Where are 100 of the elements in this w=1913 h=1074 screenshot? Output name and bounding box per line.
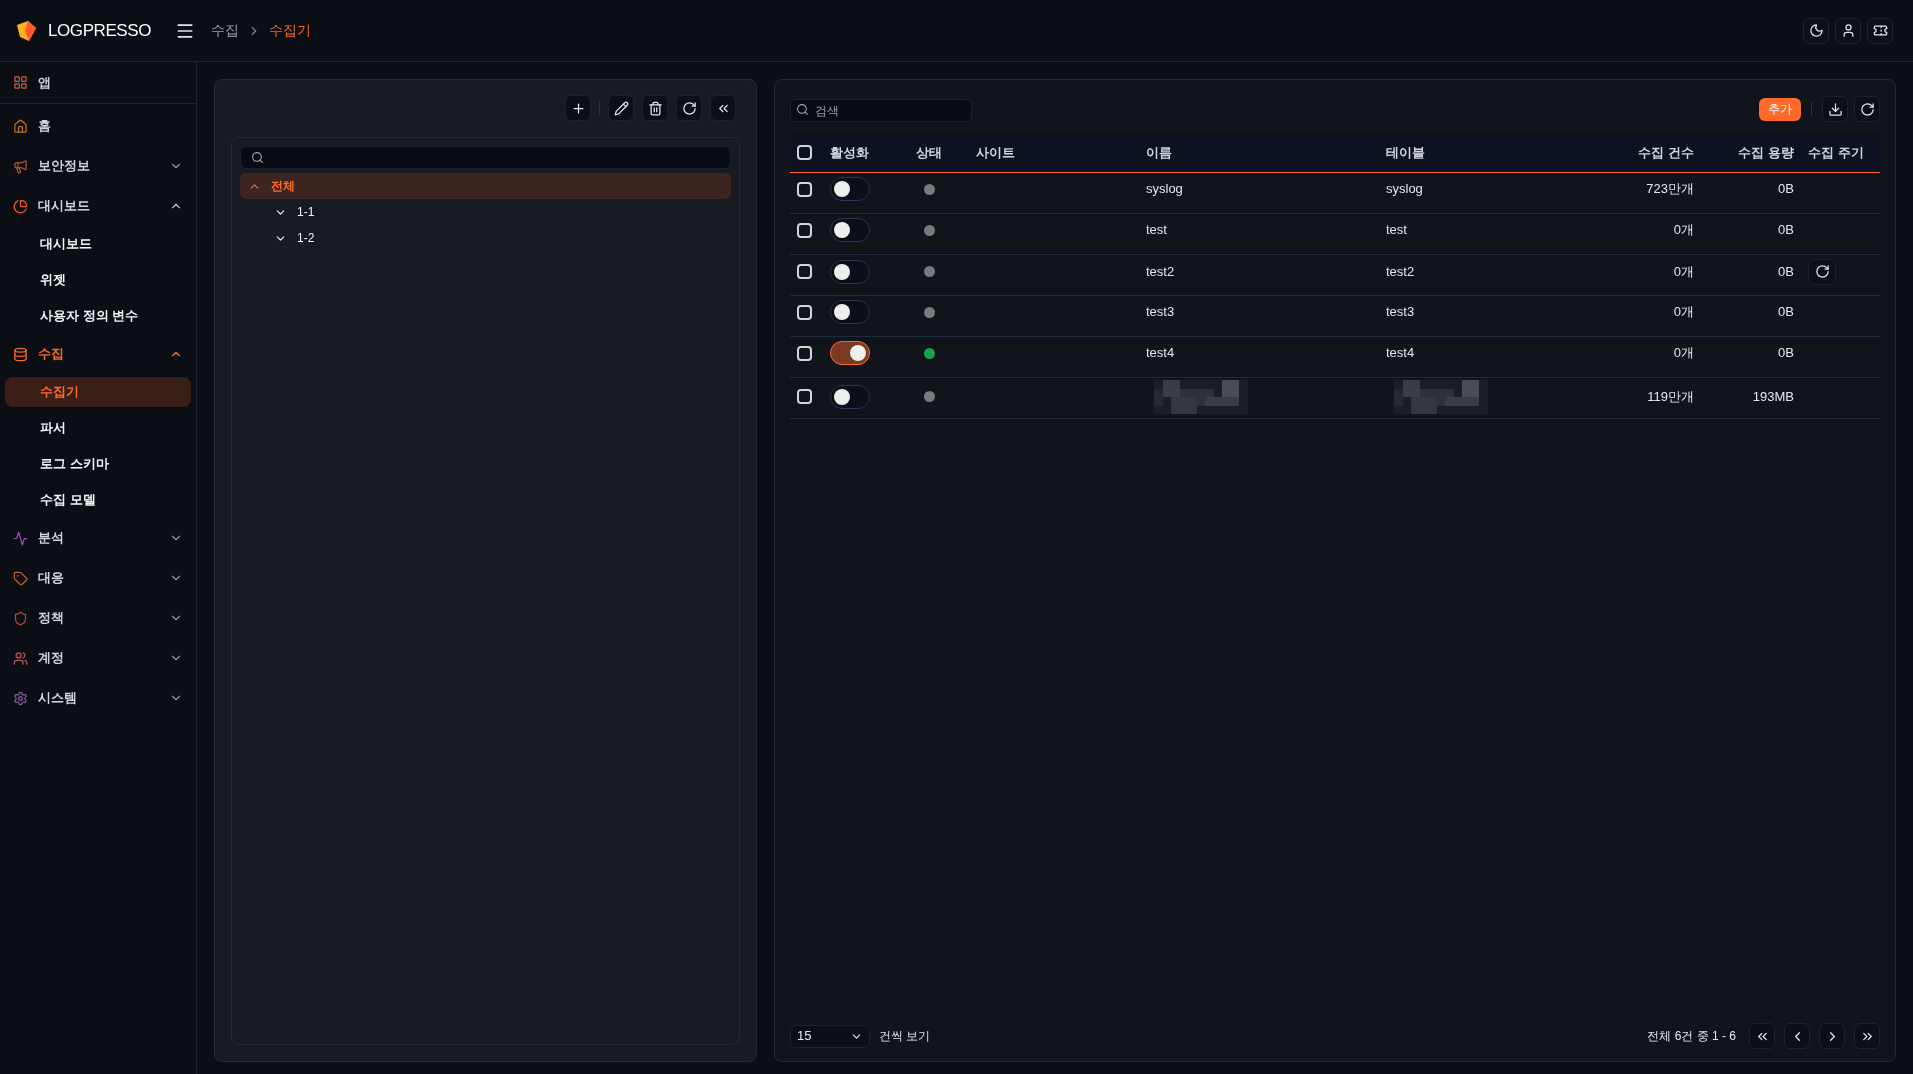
sidebar-subitem[interactable]: 로그 스키마	[5, 449, 191, 479]
table-cell: test2	[1146, 263, 1175, 279]
search-icon	[251, 151, 264, 164]
refresh-button[interactable]	[1854, 96, 1880, 122]
next-page-button[interactable]	[1819, 1023, 1845, 1049]
search-icon	[796, 102, 809, 116]
delete-button[interactable]	[642, 95, 668, 121]
column-header: 테이블	[1386, 143, 1426, 162]
theme-button[interactable]	[1803, 17, 1829, 44]
table-cell: test3	[1146, 304, 1175, 320]
sidebar-item[interactable]: 정책	[4, 598, 192, 638]
ticket-button[interactable]	[1867, 17, 1893, 44]
checkbox[interactable]	[797, 145, 812, 160]
logo-text: LOGPRESSO	[48, 19, 151, 42]
table-cell-text: 723만개	[1645, 180, 1695, 199]
add-button[interactable]	[565, 95, 591, 121]
table-cell: syslog	[1386, 181, 1423, 197]
checkbox[interactable]	[797, 222, 812, 238]
tree-item[interactable]: 전체	[240, 173, 731, 199]
profile-button[interactable]	[1835, 17, 1861, 44]
table-cell: test4	[1146, 345, 1175, 361]
search-field[interactable]: 검색	[790, 99, 972, 122]
table-cell-text: 0개	[1672, 303, 1695, 322]
table-cell-text: 0B	[1777, 344, 1795, 363]
edit-button[interactable]	[608, 95, 634, 121]
database-icon	[13, 346, 28, 362]
toggle-switch[interactable]	[830, 341, 870, 365]
table-cell-text: 119만개	[1646, 387, 1695, 406]
table-cell-text: 0개	[1672, 344, 1695, 363]
table-cell-text: 193MB	[1751, 387, 1795, 406]
sidebar-subitem[interactable]: 파서	[5, 413, 191, 443]
table-cell-text: 0개	[1672, 262, 1695, 281]
shield-icon	[13, 610, 28, 626]
sidebar-subitem[interactable]: 사용자 정의 변수	[5, 301, 191, 331]
refresh-button[interactable]	[676, 95, 702, 121]
column-header: 활성화	[830, 143, 870, 162]
table-cell-text: 0개	[1672, 221, 1695, 240]
sidebar-subitem[interactable]: 위젯	[5, 265, 191, 295]
table-cell: test3	[1386, 304, 1415, 320]
page-size-select[interactable]: 15	[790, 1024, 870, 1048]
tag-icon	[13, 570, 28, 586]
trash-icon	[647, 100, 663, 116]
refresh-icon	[1814, 264, 1830, 279]
table-cell-text: 0B	[1777, 262, 1795, 281]
refresh-icon	[1859, 101, 1875, 117]
sidebar-item[interactable]: 계정	[4, 638, 192, 678]
sidebar-subitem[interactable]: 수집기	[5, 377, 191, 407]
users-icon	[13, 650, 28, 666]
table-cell: test2	[1386, 263, 1415, 279]
checkbox[interactable]	[797, 345, 812, 361]
ticket-icon	[1872, 23, 1888, 38]
apps-label[interactable]: 앱	[38, 72, 51, 93]
toggle-switch[interactable]	[830, 177, 870, 201]
first-page-button[interactable]	[1749, 1023, 1775, 1049]
sidebar-subitem[interactable]: 대시보드	[5, 229, 191, 259]
search-field[interactable]	[240, 146, 731, 169]
table-cell: test4	[1386, 345, 1415, 361]
logo-icon	[14, 18, 38, 43]
sidebar-item[interactable]: 홈	[4, 106, 192, 146]
toggle-switch[interactable]	[830, 384, 870, 409]
tree-item[interactable]: 1-1	[240, 199, 731, 225]
table-cell-text: 0B	[1777, 303, 1795, 322]
gear-icon	[13, 690, 28, 706]
checkbox[interactable]	[797, 181, 812, 197]
collapse-button[interactable]	[710, 95, 736, 121]
user-icon	[1840, 23, 1856, 38]
megaphone-icon	[13, 158, 28, 174]
checkbox[interactable]	[797, 389, 812, 404]
sidebar-item[interactable]: 수집	[4, 334, 192, 374]
toggle-switch[interactable]	[830, 259, 870, 284]
sidebar-item[interactable]: 분석	[4, 518, 192, 558]
page-size-label: 건씩 보기	[879, 1028, 931, 1045]
last-page-button[interactable]	[1854, 1023, 1880, 1049]
download-button[interactable]	[1822, 96, 1848, 122]
sidebar-item[interactable]: 보안정보	[4, 146, 192, 186]
breadcrumb-link[interactable]: 수집	[210, 20, 239, 41]
pencil-icon	[613, 100, 629, 116]
table-cell: syslog	[1146, 181, 1183, 197]
column-header: 수집 건수	[1637, 143, 1695, 162]
sidebar-subitem[interactable]: 수집 모델	[5, 485, 191, 515]
column-header: 수집 주기	[1807, 143, 1865, 162]
toggle-switch[interactable]	[830, 300, 870, 324]
moon-icon	[1808, 23, 1824, 38]
toggle-switch[interactable]	[830, 218, 870, 242]
refresh-button[interactable]	[1808, 258, 1836, 285]
sidebar-item[interactable]: 대응	[4, 558, 192, 598]
pagination-summary: 전체 6건 중 1 - 6	[1647, 1028, 1736, 1045]
plus-icon	[570, 100, 586, 116]
previous-page-button[interactable]	[1784, 1023, 1810, 1049]
table-cell: test	[1386, 222, 1407, 238]
column-header: 사이트	[976, 143, 1016, 162]
checkbox[interactable]	[797, 264, 812, 279]
breadcrumb-link[interactable]: 수집기	[268, 20, 311, 41]
table-cell-text: 0B	[1777, 180, 1795, 199]
sidebar-item[interactable]: 시스템	[4, 678, 192, 718]
checkbox[interactable]	[797, 304, 812, 320]
sidebar-item[interactable]: 대시보드	[4, 186, 192, 226]
column-header: 상태	[916, 143, 943, 162]
tree-item[interactable]: 1-2	[240, 225, 731, 251]
pie-chart-icon	[13, 198, 28, 214]
